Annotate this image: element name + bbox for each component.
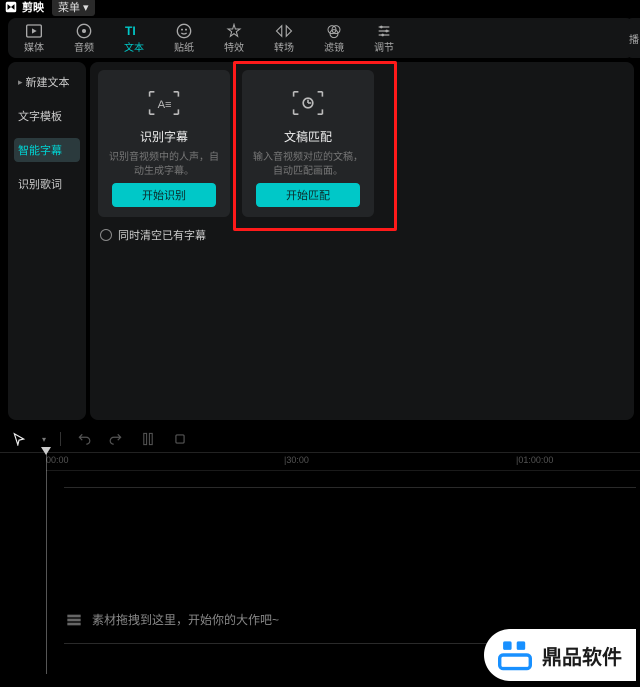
media-icon [26,23,42,39]
radio-icon [100,229,112,241]
title-bar: 剪映 菜单 ▾ [0,0,640,14]
sticker-icon [176,23,192,39]
tool-label: 媒体 [24,39,44,54]
right-panel-sliver: 播 [628,18,640,58]
sidebar-item-newtext[interactable]: ▸ 新建文本 [14,70,80,94]
tool-filter[interactable]: 滤镜 [316,23,352,54]
tool-label: 转场 [274,39,294,54]
undo-tool[interactable] [75,430,93,448]
caret-right-icon: ▸ [18,77,23,88]
delete-tool[interactable] [171,430,189,448]
sidebar-item-label: 智能字幕 [18,142,62,158]
app-logo-icon [4,0,18,14]
sidebar-item-template[interactable]: 文字模板 [14,104,80,128]
stack-icon [66,613,82,627]
watermark-text: 鼎品软件 [542,641,622,670]
ruler-tick: |30:00 [284,455,309,465]
transition-icon [275,23,293,39]
chevron-down-icon[interactable]: ▾ [42,435,46,444]
app-logo: 剪映 [4,0,44,15]
sidebar-item-smartsub[interactable]: 智能字幕 [14,138,80,162]
menu-label: 菜单 [58,0,80,15]
ruler-tick: |01:00:00 [516,455,553,465]
card-title: 识别字幕 [140,128,188,145]
timeline-ruler[interactable]: 00:00 |30:00 |01:00:00 [46,453,640,471]
recognize-icon: A≡ [144,88,184,118]
empty-track-hint: 素材拖拽到这里，开始你的大作吧~ [66,611,640,628]
svg-text:TI: TI [125,24,136,38]
sidebar-item-label: 文字模板 [18,108,62,124]
sidebar-item-lyrics[interactable]: 识别歌词 [14,172,80,196]
start-match-button[interactable]: 开始匹配 [256,183,360,207]
timeline-toolbar: ▾ [0,426,640,452]
sidebar: ▸ 新建文本 文字模板 智能字幕 识别歌词 [8,62,86,420]
tool-label: 音频 [74,39,94,54]
tool-audio[interactable]: 音频 [66,23,102,54]
main-panel: A≡ 识别字幕 识别音视频中的人声，自动生成字幕。 开始识别 文稿匹配 输入音视… [90,62,634,420]
card-script-match: 文稿匹配 输入音视频对应的文稿，自动匹配画面。 开始匹配 [242,70,374,217]
playhead[interactable] [46,453,47,674]
main-toolbar: 媒体 音频 TI 文本 贴纸 特效 转场 滤镜 调节 [8,18,634,58]
app-name: 剪映 [22,0,44,15]
tool-transition[interactable]: 转场 [266,23,302,54]
effect-icon [226,23,242,39]
checkbox-label: 同时清空已有字幕 [118,227,206,243]
svg-text:A≡: A≡ [158,99,172,111]
audio-icon [76,23,92,39]
redo-tool[interactable] [107,430,125,448]
sidebar-item-label: 识别歌词 [18,176,62,192]
watermark: 鼎品软件 [484,629,636,681]
empty-hint-text: 素材拖拽到这里，开始你的大作吧~ [92,611,279,628]
menu-dropdown[interactable]: 菜单 ▾ [52,0,95,16]
match-icon [288,88,328,118]
clear-subtitles-checkbox[interactable]: 同时清空已有字幕 [98,227,626,243]
tool-text[interactable]: TI 文本 [116,23,152,54]
tool-label: 滤镜 [324,39,344,54]
card-recognize-subtitle: A≡ 识别字幕 识别音视频中的人声，自动生成字幕。 开始识别 [98,70,230,217]
cursor-tool[interactable] [10,430,28,448]
adjust-icon [376,23,392,39]
card-desc: 识别音视频中的人声，自动生成字幕。 [108,151,220,179]
chevron-down-icon: ▾ [83,1,89,14]
tool-adjust[interactable]: 调节 [366,23,402,54]
start-recognize-button[interactable]: 开始识别 [112,183,216,207]
watermark-icon [498,638,532,672]
tool-label: 文本 [124,39,144,54]
text-icon: TI [125,23,143,39]
tool-sticker[interactable]: 贴纸 [166,23,202,54]
track-border [64,487,636,488]
sidebar-item-label: 新建文本 [26,74,70,90]
card-desc: 输入音视频对应的文稿，自动匹配画面。 [252,151,364,179]
tool-effect[interactable]: 特效 [216,23,252,54]
tool-label: 调节 [374,39,394,54]
filter-icon [326,23,342,39]
tool-label: 贴纸 [174,39,194,54]
tool-media[interactable]: 媒体 [16,23,52,54]
tool-label: 特效 [224,39,244,54]
split-tool[interactable] [139,430,157,448]
divider [60,432,61,446]
card-title: 文稿匹配 [284,128,332,145]
